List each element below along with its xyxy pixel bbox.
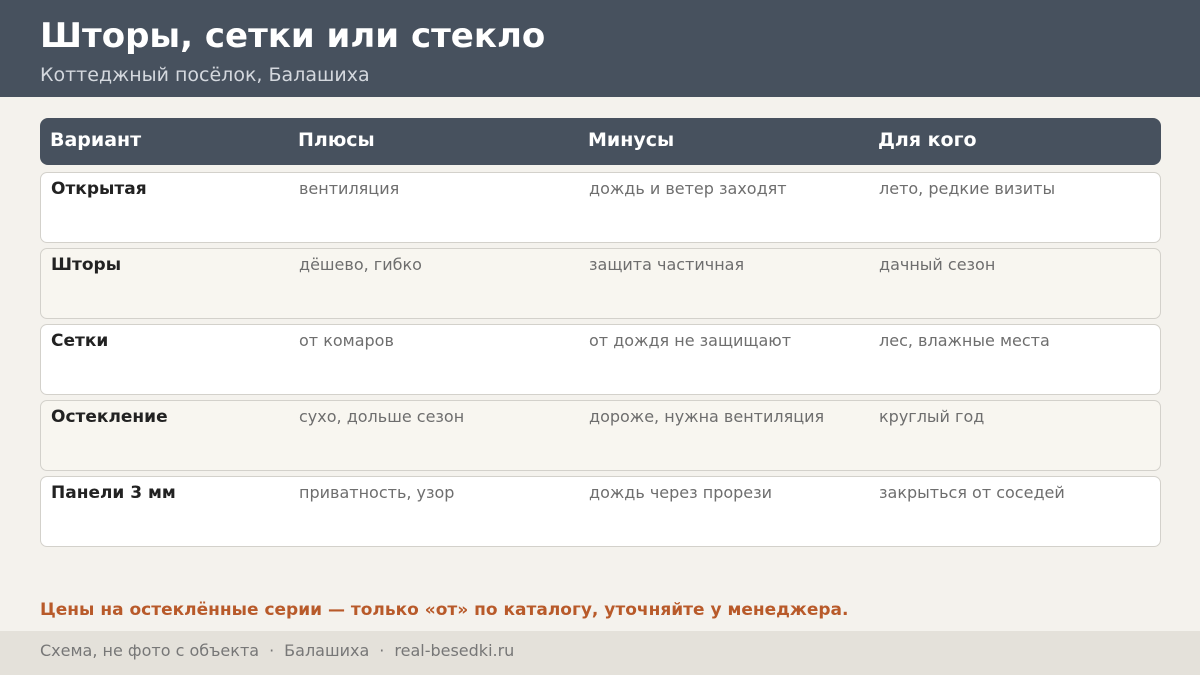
row-for-whom: круглый год <box>879 407 985 426</box>
table-row: Панели 3 мм приватность, узор дождь чере… <box>40 476 1161 547</box>
row-variant: Открытая <box>51 179 147 199</box>
row-for-whom: лес, влажные места <box>879 331 1050 350</box>
row-variant: Сетки <box>51 331 109 351</box>
row-pros: приватность, узор <box>299 483 455 502</box>
column-header-pros: Плюсы <box>298 129 375 151</box>
price-note: Цены на остеклённые серии — только «от» … <box>40 600 849 620</box>
table-header: Вариант Плюсы Минусы Для кого <box>40 118 1161 165</box>
row-for-whom: закрыться от соседей <box>879 483 1065 502</box>
footer-separator: · <box>379 641 385 660</box>
table-row: Открытая вентиляция дождь и ветер заходя… <box>40 172 1161 243</box>
row-for-whom: лето, редкие визиты <box>879 179 1056 198</box>
page-title: Шторы, сетки или стекло <box>40 16 546 56</box>
column-header-variant: Вариант <box>50 129 142 151</box>
row-cons: дождь и ветер заходят <box>589 179 787 198</box>
page-footer: Схема, не фото с объекта · Балашиха · real-b… <box>0 631 1200 675</box>
page-header: Шторы, сетки или стекло Коттеджный посёл… <box>0 0 1200 97</box>
row-pros: сухо, дольше сезон <box>299 407 465 426</box>
table-row: Сетки от комаров от дождя не защищают ле… <box>40 324 1161 395</box>
row-pros: от комаров <box>299 331 394 350</box>
page-subtitle: Коттеджный посёлок, Балашиха <box>40 64 370 86</box>
footer-website-link[interactable]: real-besedki.ru <box>394 641 514 660</box>
column-header-for-whom: Для кого <box>878 129 977 151</box>
row-cons: защита частичная <box>589 255 745 274</box>
row-pros: дёшево, гибко <box>299 255 422 274</box>
footer-separator: · <box>269 641 275 660</box>
footer-text: Схема, не фото с объекта · Балашиха · real-b… <box>40 640 514 662</box>
table-row: Шторы дёшево, гибко защита частичная дач… <box>40 248 1161 319</box>
row-for-whom: дачный сезон <box>879 255 996 274</box>
row-pros: вентиляция <box>299 179 400 198</box>
row-cons: дороже, нужна вентиляция <box>589 407 825 426</box>
footer-city: Балашиха <box>284 641 370 660</box>
row-cons: дождь через прорези <box>589 483 773 502</box>
row-variant: Остекление <box>51 407 168 427</box>
column-header-cons: Минусы <box>588 129 675 151</box>
page: Шторы, сетки или стекло Коттеджный посёл… <box>0 0 1200 675</box>
row-variant: Шторы <box>51 255 122 275</box>
table-row: Остекление сухо, дольше сезон дороже, ну… <box>40 400 1161 471</box>
row-variant: Панели 3 мм <box>51 483 176 503</box>
footer-disclaimer: Схема, не фото с объекта <box>40 641 260 660</box>
row-cons: от дождя не защищают <box>589 331 792 350</box>
